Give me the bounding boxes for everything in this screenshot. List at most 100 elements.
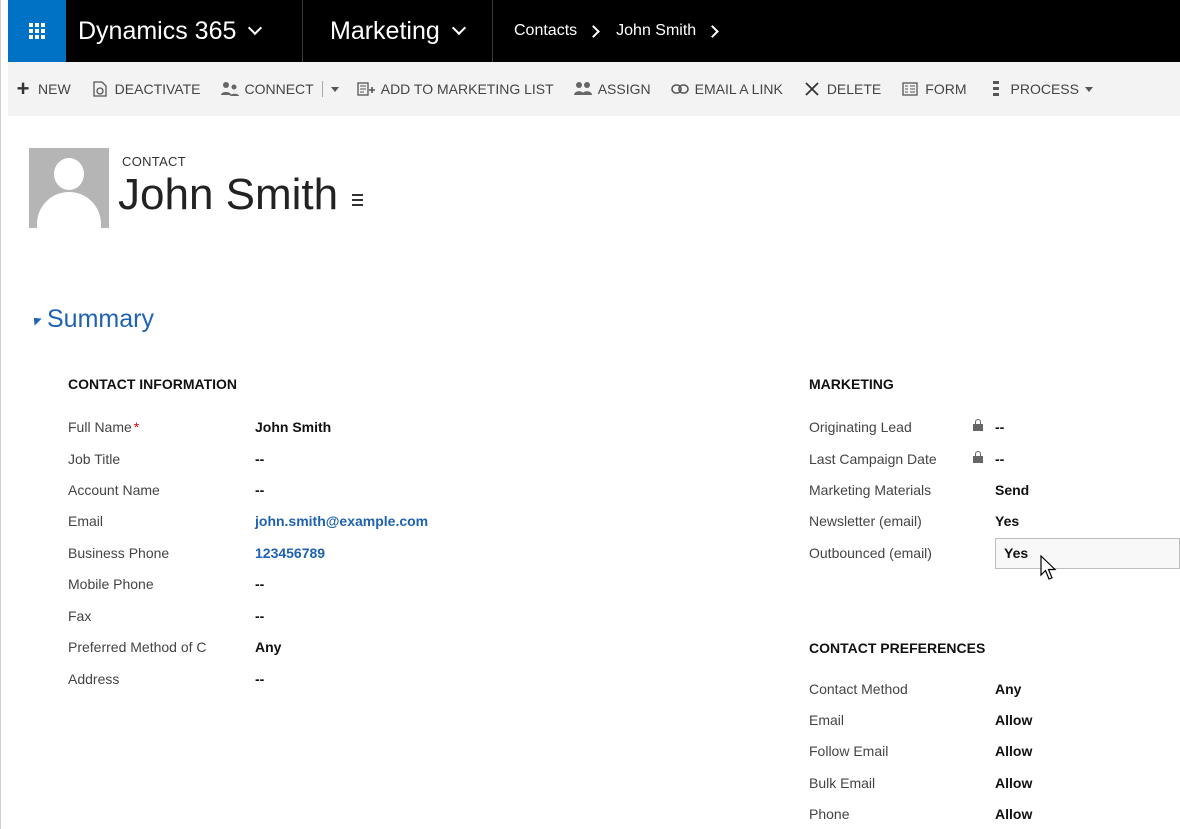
plus-icon: + (16, 76, 30, 101)
mobile-phone-field[interactable]: -- (255, 576, 264, 592)
follow-email-field[interactable]: Allow (995, 743, 1032, 759)
field-row: Address -- (68, 671, 488, 702)
nav-divider (492, 0, 493, 62)
field-row: Preferred Method of C Any (68, 639, 488, 670)
field-label: Follow Email (809, 743, 889, 759)
process-label: PROCESS (1010, 81, 1079, 97)
field-label: Last Campaign Date (809, 451, 937, 467)
module-switcher[interactable]: Marketing (330, 0, 466, 62)
form-label: FORM (925, 81, 967, 97)
new-button[interactable]: + NEW (14, 76, 71, 101)
avatar (29, 148, 109, 228)
field-label: Email (809, 712, 845, 728)
delete-label: DELETE (826, 81, 882, 97)
marketing-materials-field[interactable]: Send (995, 482, 1029, 498)
contact-method-field[interactable]: Any (995, 681, 1021, 697)
caret-down-icon (1084, 86, 1093, 92)
email-field[interactable]: john.smith@example.com (255, 513, 428, 529)
delete-button[interactable]: DELETE (803, 81, 881, 97)
breadcrumb-record[interactable]: John Smith (616, 22, 696, 40)
command-bar: + NEW DEACTIVATE CONNECT ADD TO MARKETIN… (8, 62, 1180, 116)
bulk-email-field[interactable]: Allow (995, 775, 1032, 791)
lock-icon (973, 451, 983, 463)
phone-field[interactable]: Allow (995, 806, 1032, 822)
app-launcher-button[interactable] (8, 0, 66, 62)
window-edge (0, 0, 1, 829)
contact-information-heading: CONTACT INFORMATION (68, 376, 238, 392)
field-row: Account Name -- (68, 482, 488, 513)
newsletter-field[interactable]: Yes (995, 513, 1019, 529)
record-name: John Smith (118, 170, 339, 219)
summary-section-toggle[interactable]: Summary (30, 305, 154, 334)
deactivate-label: DEACTIVATE (114, 81, 201, 97)
field-label: Fax (68, 608, 92, 624)
field-row: Last Campaign Date -- (809, 451, 1179, 482)
add-to-marketing-list-label: ADD TO MARKETING LIST (380, 81, 554, 97)
originating-lead-field: -- (995, 419, 1005, 435)
last-campaign-date-field: -- (995, 451, 1005, 467)
link-icon (670, 81, 689, 97)
collapse-triangle-icon (30, 313, 42, 326)
lock-icon (973, 419, 983, 431)
assign-button[interactable]: ASSIGN (573, 81, 651, 97)
waffle-icon (29, 23, 45, 39)
new-label: NEW (38, 81, 71, 97)
form-selector-icon[interactable] (352, 194, 364, 206)
deactivate-button[interactable]: DEACTIVATE (91, 81, 201, 97)
full-name-field[interactable]: John Smith (255, 419, 331, 435)
fax-field[interactable]: -- (255, 608, 264, 624)
field-row: Job Title -- (68, 451, 488, 482)
connect-icon (220, 81, 239, 97)
top-nav-bar: Dynamics 365 Marketing Contacts John Smi… (8, 0, 1180, 62)
field-label: Outbounced (email) (809, 545, 932, 561)
module-name: Marketing (330, 16, 440, 45)
address-field[interactable]: -- (255, 671, 264, 687)
field-row: Outbounced (email) Yes (809, 545, 1179, 576)
app-switcher[interactable]: Dynamics 365 (78, 0, 263, 62)
summary-title: Summary (47, 305, 154, 333)
field-label: Account Name (68, 482, 160, 498)
record-title: John Smith (118, 170, 364, 220)
chevron-right-icon (587, 24, 601, 38)
form-button[interactable]: FORM (901, 81, 967, 97)
field-label: Business Phone (68, 545, 170, 561)
connect-label: CONNECT (244, 81, 314, 97)
add-to-marketing-list-button[interactable]: ADD TO MARKETING LIST (357, 81, 554, 97)
preferred-method-field[interactable]: Any (255, 639, 281, 655)
business-phone-field[interactable]: 123456789 (255, 545, 325, 561)
marketing-heading: MARKETING (809, 376, 894, 392)
field-label: Phone (809, 806, 850, 822)
breadcrumb-contacts[interactable]: Contacts (514, 22, 577, 40)
field-label: Job Title (68, 451, 121, 467)
connect-dropdown-button[interactable] (330, 86, 339, 92)
account-name-field[interactable]: -- (255, 482, 264, 498)
field-row: Contact Method Any (809, 681, 1179, 712)
assign-icon (573, 81, 592, 97)
email-a-link-label: EMAIL A LINK (694, 81, 783, 97)
chevron-right-icon[interactable] (706, 24, 720, 38)
field-label: Address (68, 671, 120, 687)
field-label: Full Name * (68, 419, 140, 435)
job-title-field[interactable]: -- (255, 451, 264, 467)
app-name: Dynamics 365 (78, 16, 237, 45)
delete-icon (803, 81, 821, 97)
field-label: Email (68, 513, 104, 529)
contact-preferences-heading: CONTACT PREFERENCES (809, 640, 986, 656)
email-a-link-button[interactable]: EMAIL A LINK (670, 81, 783, 97)
field-label: Preferred Method of C (68, 639, 207, 655)
breadcrumb: Contacts John Smith (514, 0, 735, 62)
command-divider (321, 81, 323, 97)
process-button[interactable]: PROCESS (987, 81, 1093, 97)
field-row: Marketing Materials Send (809, 482, 1179, 513)
process-icon (987, 81, 1005, 97)
field-row: Originating Lead -- (809, 419, 1179, 450)
field-label: Mobile Phone (68, 576, 154, 592)
allow-email-field[interactable]: Allow (995, 712, 1032, 728)
field-label: Marketing Materials (809, 482, 932, 498)
connect-button[interactable]: CONNECT (220, 81, 314, 97)
nav-divider (302, 0, 303, 62)
field-row: Bulk Email Allow (809, 775, 1179, 806)
outbounced-field[interactable]: Yes (1004, 545, 1028, 561)
field-row: Email Allow (809, 712, 1179, 743)
field-label: Contact Method (809, 681, 908, 697)
